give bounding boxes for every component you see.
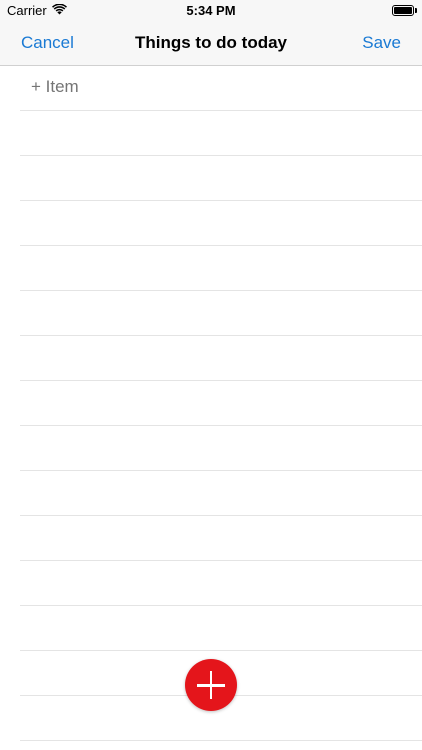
list-item[interactable] xyxy=(20,606,422,651)
list-item[interactable] xyxy=(20,336,422,381)
battery-icon xyxy=(392,5,414,16)
status-bar: Carrier 5:34 PM xyxy=(0,0,422,22)
list-item[interactable] xyxy=(20,246,422,291)
list-item[interactable] xyxy=(20,561,422,606)
list-item[interactable] xyxy=(20,516,422,561)
list-item[interactable] xyxy=(20,426,422,471)
status-time: 5:34 PM xyxy=(186,3,236,18)
add-item-button[interactable] xyxy=(185,659,237,711)
plus-icon-vertical xyxy=(209,671,213,699)
navigation-bar: Cancel Things to do today Save xyxy=(0,22,422,66)
battery-tip xyxy=(415,8,417,13)
list-item[interactable] xyxy=(20,156,422,201)
new-item-row[interactable] xyxy=(20,66,422,111)
app-screen: Carrier 5:34 PM Cancel Things to do toda… xyxy=(0,0,422,750)
save-button[interactable]: Save xyxy=(362,33,401,53)
list-item[interactable] xyxy=(20,201,422,246)
todo-list xyxy=(20,66,422,750)
list-item[interactable] xyxy=(20,741,422,750)
page-title: Things to do today xyxy=(134,33,288,52)
list-item[interactable] xyxy=(20,381,422,426)
list-item[interactable] xyxy=(20,111,422,156)
list-item[interactable] xyxy=(20,291,422,336)
new-item-input[interactable] xyxy=(31,77,391,97)
battery-level xyxy=(394,7,412,14)
list-item[interactable] xyxy=(20,471,422,516)
